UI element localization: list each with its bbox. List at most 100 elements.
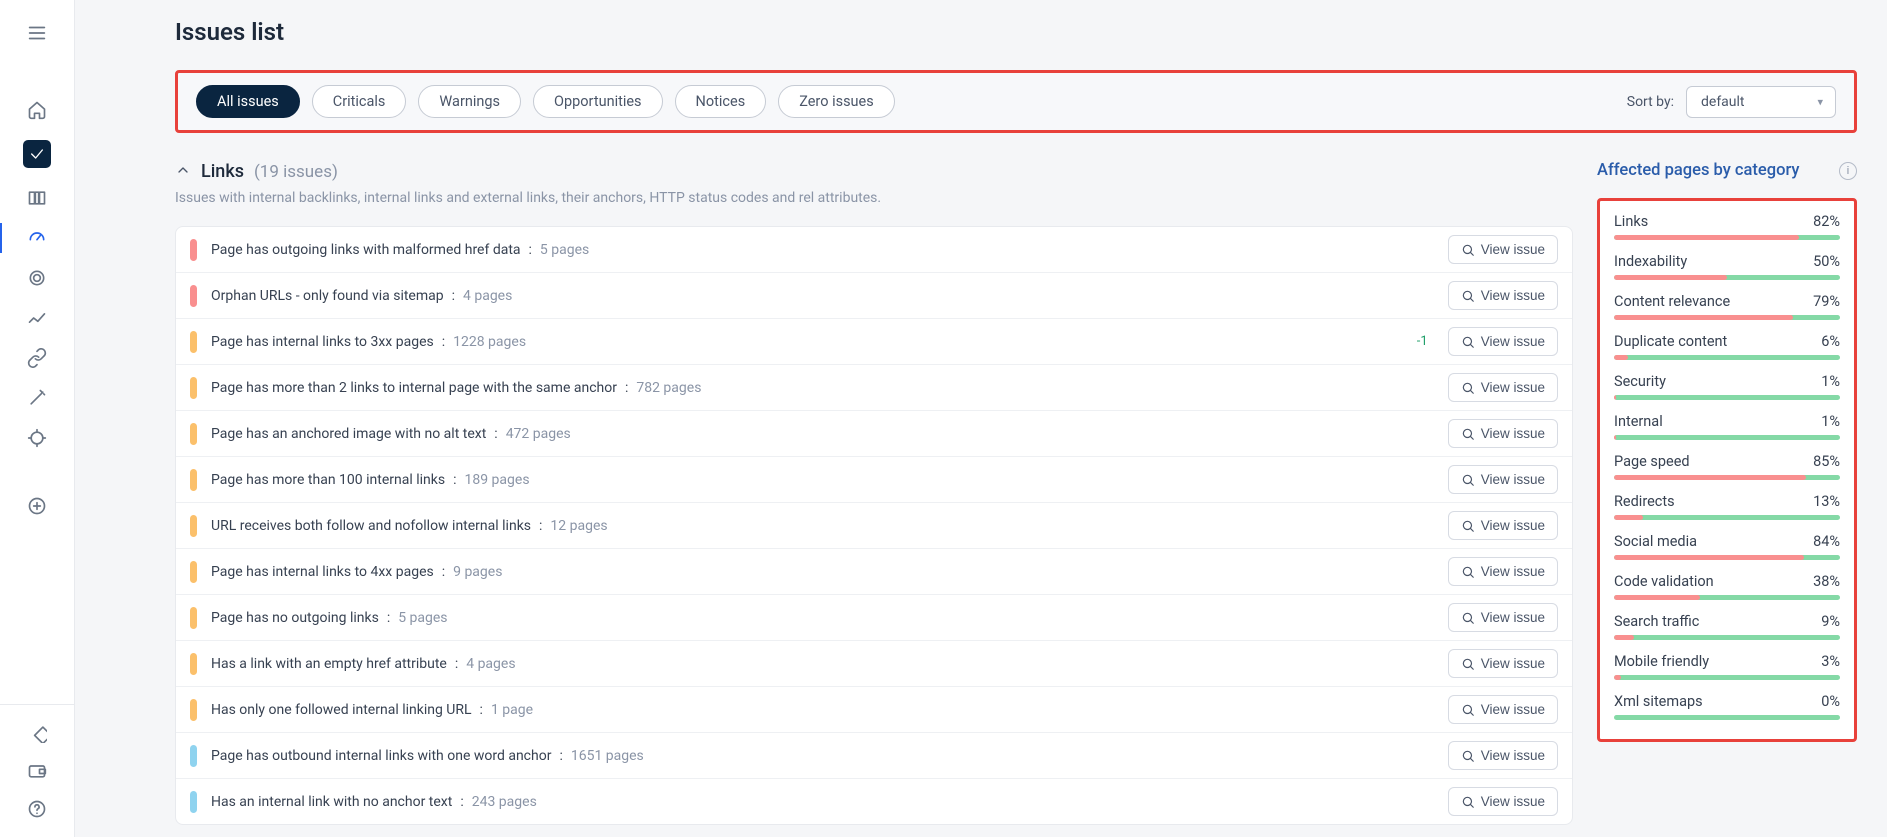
issue-row: Page has more than 100 internal links:18… (176, 457, 1572, 503)
issue-row: Page has internal links to 4xx pages:9 p… (176, 549, 1572, 595)
category-row[interactable]: Code validation38% (1614, 573, 1840, 600)
category-pct: 9% (1821, 613, 1840, 630)
sort-select[interactable]: default (1686, 86, 1836, 118)
filter-chip-notices[interactable]: Notices (675, 85, 767, 118)
severity-critical-icon (190, 239, 197, 261)
sort-label: Sort by: (1627, 94, 1674, 110)
filter-chip-opportunities[interactable]: Opportunities (533, 85, 663, 118)
help-icon[interactable] (27, 799, 47, 819)
plus-circle-icon[interactable] (27, 496, 47, 516)
wallet-icon[interactable] (27, 761, 47, 781)
category-panel: Links82% Indexability50% Content relevance… (1597, 198, 1857, 742)
issue-row: URL receives both follow and nofollow in… (176, 503, 1572, 549)
chevron-up-icon (175, 162, 191, 182)
severity-warning-icon (190, 331, 197, 353)
severity-notice-icon (190, 791, 197, 813)
category-pct: 84% (1813, 533, 1840, 550)
view-issue-button[interactable]: View issue (1448, 465, 1558, 494)
filter-bar: All issues Criticals Warnings Opportunities… (175, 70, 1857, 133)
category-bar (1614, 515, 1840, 520)
issue-pages: 4 pages (463, 288, 512, 304)
category-name: Mobile friendly (1614, 653, 1709, 670)
category-name: Security (1614, 373, 1666, 390)
issue-row: Has a link with an empty href attribute:… (176, 641, 1572, 687)
category-row[interactable]: Internal1% (1614, 413, 1840, 440)
view-issue-button[interactable]: View issue (1448, 603, 1558, 632)
category-row[interactable]: Duplicate content6% (1614, 333, 1840, 360)
severity-warning-icon (190, 607, 197, 629)
section-count: (19 issues) (254, 162, 338, 182)
category-row[interactable]: Redirects13% (1614, 493, 1840, 520)
category-row[interactable]: Content relevance79% (1614, 293, 1840, 320)
issue-title: Page has more than 2 links to internal p… (211, 380, 617, 396)
check-icon[interactable] (23, 140, 51, 168)
target-icon[interactable] (27, 268, 47, 288)
filter-chip-warnings[interactable]: Warnings (418, 85, 521, 118)
issue-pages: 243 pages (472, 794, 537, 810)
issue-title: Page has outbound internal links with on… (211, 748, 551, 764)
view-issue-button[interactable]: View issue (1448, 419, 1558, 448)
filter-chip-zero-issues[interactable]: Zero issues (778, 85, 895, 118)
home-icon[interactable] (27, 100, 47, 120)
filter-chip-all-issues[interactable]: All issues (196, 85, 300, 118)
issue-pages: 472 pages (506, 426, 571, 442)
issue-pages: 1651 pages (571, 748, 644, 764)
issue-row: Page has outbound internal links with on… (176, 733, 1572, 779)
issue-pages: 12 pages (550, 518, 607, 534)
issue-title: Has only one followed internal linking U… (211, 702, 472, 718)
info-icon[interactable]: i (1839, 162, 1857, 180)
sidebar (0, 0, 75, 837)
category-pct: 6% (1821, 333, 1840, 350)
category-row[interactable]: Xml sitemaps0% (1614, 693, 1840, 720)
view-issue-button[interactable]: View issue (1448, 695, 1558, 724)
section-header[interactable]: Links (19 issues) (175, 161, 1573, 182)
speedometer-icon[interactable] (27, 228, 47, 248)
severity-warning-icon (190, 423, 197, 445)
severity-notice-icon (190, 745, 197, 767)
issue-title: Page has more than 100 internal links (211, 472, 445, 488)
issue-row: Page has outgoing links with malformed h… (176, 227, 1572, 273)
wand-icon[interactable] (27, 388, 47, 408)
category-bar (1614, 315, 1840, 320)
category-bar (1614, 635, 1840, 640)
issue-title: Has a link with an empty href attribute (211, 656, 447, 672)
issue-row: Page has no outgoing links:5 pagesView i… (176, 595, 1572, 641)
category-row[interactable]: Indexability50% (1614, 253, 1840, 280)
view-issue-button[interactable]: View issue (1448, 741, 1558, 770)
delta: -1 (1417, 334, 1428, 349)
view-issue-button[interactable]: View issue (1448, 649, 1558, 678)
columns-icon[interactable] (27, 188, 47, 208)
filter-chip-criticals[interactable]: Criticals (312, 85, 407, 118)
category-row[interactable]: Social media84% (1614, 533, 1840, 560)
issue-pages: 189 pages (464, 472, 529, 488)
severity-warning-icon (190, 699, 197, 721)
view-issue-button[interactable]: View issue (1448, 557, 1558, 586)
category-row[interactable]: Page speed85% (1614, 453, 1840, 480)
view-issue-button[interactable]: View issue (1448, 373, 1558, 402)
view-issue-button[interactable]: View issue (1448, 235, 1558, 264)
issue-pages: 5 pages (540, 242, 589, 258)
view-issue-button[interactable]: View issue (1448, 511, 1558, 540)
category-row[interactable]: Mobile friendly3% (1614, 653, 1840, 680)
chart-icon[interactable] (27, 308, 47, 328)
category-pct: 38% (1813, 573, 1840, 590)
view-issue-button[interactable]: View issue (1448, 281, 1558, 310)
menu-icon[interactable] (22, 18, 52, 52)
main-content: Issues list All issues Criticals Warnings O… (75, 0, 1887, 837)
view-issue-button[interactable]: View issue (1448, 327, 1558, 356)
view-issue-button[interactable]: View issue (1448, 787, 1558, 816)
category-row[interactable]: Links82% (1614, 213, 1840, 240)
issue-title: Has an internal link with no anchor text (211, 794, 452, 810)
category-bar (1614, 275, 1840, 280)
page-title: Issues list (175, 18, 1857, 46)
category-pct: 50% (1813, 253, 1840, 270)
diamond-icon[interactable] (27, 723, 47, 743)
link-icon[interactable] (27, 348, 47, 368)
issue-row: Has an internal link with no anchor text… (176, 779, 1572, 824)
category-row[interactable]: Security1% (1614, 373, 1840, 400)
category-row[interactable]: Search traffic9% (1614, 613, 1840, 640)
category-pct: 0% (1821, 693, 1840, 710)
crosshair-icon[interactable] (27, 428, 47, 448)
issue-row: Page has an anchored image with no alt t… (176, 411, 1572, 457)
category-bar (1614, 715, 1840, 720)
